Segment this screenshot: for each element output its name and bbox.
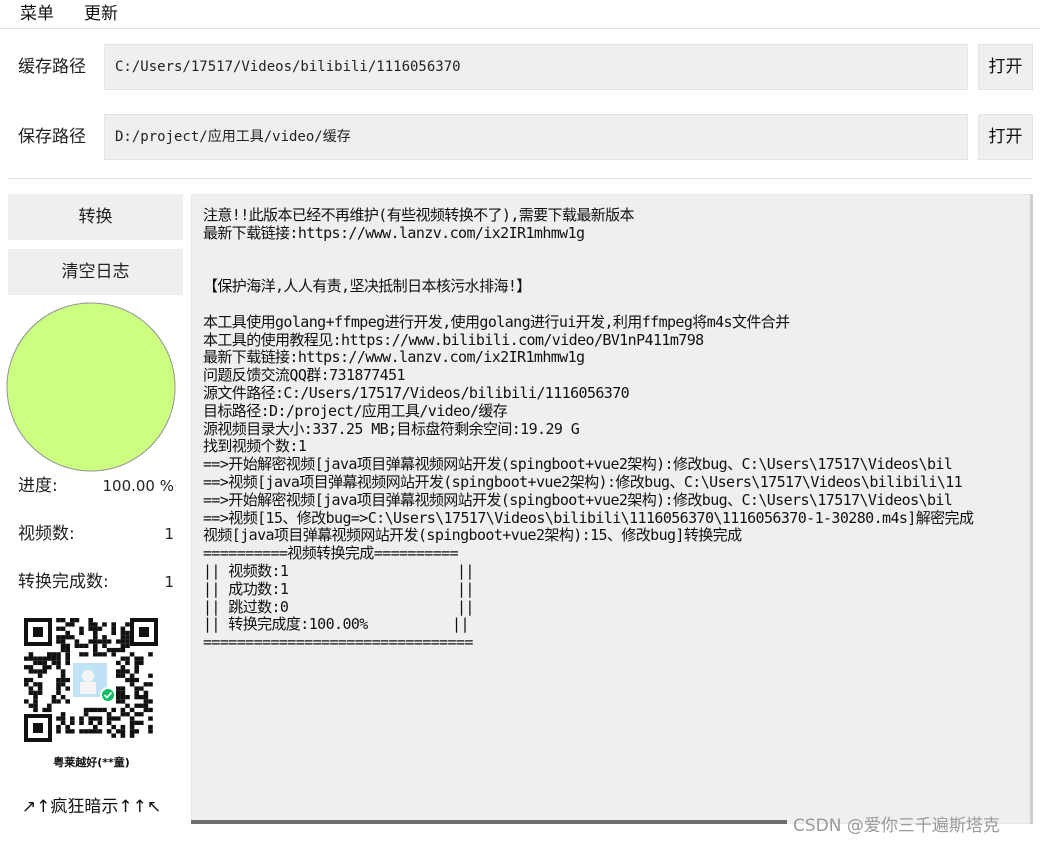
log-textarea[interactable]: 注意!!此版本已经不再维护(有些视频转换不了),需要下载最新版本 最新下载链接:h… <box>191 194 1033 824</box>
done-count-value: 1 <box>164 573 174 591</box>
log-line: ================================ <box>203 633 473 652</box>
log-line: ==========视频转换完成========== <box>203 544 459 563</box>
wechat-check-icon <box>100 687 116 703</box>
log-line: 最新下载链接:https://www.lanzv.com/ix2IR1mhmw1… <box>203 223 585 242</box>
log-line: || 成功数:1 || <box>203 579 474 598</box>
log-line: || 视频数:1 || <box>203 561 474 580</box>
log-line: 【保护海洋,人人有责,坚决抵制日本核污水排海!】 <box>203 277 531 296</box>
convert-button[interactable]: 转换 <box>8 194 183 240</box>
open-save-path-button[interactable]: 打开 <box>978 114 1033 160</box>
menu-divider <box>0 28 1040 29</box>
video-count-label: 视频数: <box>18 524 75 544</box>
log-line: ==>开始解密视频[java项目弹幕视频网站开发(spingboot+vue2架… <box>203 455 953 474</box>
log-line: 源文件路径:C:/Users/17517/Videos/bilibili/111… <box>203 383 630 402</box>
log-line: 本工具的使用教程见:https://www.bilibili.com/video… <box>203 330 704 349</box>
cache-path-label: 缓存路径 <box>18 57 86 77</box>
log-line: 视频[java项目弹幕视频网站开发(spingboot+vue2架构):15、修… <box>203 526 742 545</box>
log-line <box>203 243 973 261</box>
log-line: 本工具使用golang+ffmpeg进行开发,使用golang进行ui开发,利用… <box>203 312 790 331</box>
log-line: 目标路径:D:/project/应用工具/video/缓存 <box>203 401 508 420</box>
section-divider <box>8 178 1032 179</box>
log-line: || 转换完成度:100.00% || <box>203 615 470 634</box>
cache-path-input[interactable]: C:/Users/17517/Videos/bilibili/111605637… <box>104 44 968 90</box>
log-line: 源视频目录大小:337.25 MB;目标盘符剩余空间:19.29 G <box>203 419 580 438</box>
done-count-label: 转换完成数: <box>18 572 109 592</box>
clear-log-button[interactable]: 清空日志 <box>8 249 183 295</box>
open-cache-path-button[interactable]: 打开 <box>978 44 1033 90</box>
qr-code <box>22 616 160 744</box>
log-lines: 注意!!此版本已经不再维护(有些视频转换不了),需要下载最新版本 最新下载链接:h… <box>203 206 974 652</box>
log-vertical-scrollbar[interactable] <box>1030 194 1033 824</box>
log-line <box>203 260 973 278</box>
log-line: 最新下载链接:https://www.lanzv.com/ix2IR1mhmw1… <box>203 348 585 367</box>
progress-label: 进度: <box>18 476 58 496</box>
watermark: CSDN @爱你三千遍斯塔克 <box>793 816 1000 836</box>
log-line <box>203 296 973 314</box>
video-count-value: 1 <box>164 525 174 543</box>
log-line: 问题反馈交流QQ群:731877451 <box>203 366 406 385</box>
progress-circle-fill <box>6 302 176 472</box>
qr-hint: ↗↑疯狂暗示↑↑↖ <box>21 797 162 817</box>
save-path-label: 保存路径 <box>18 127 86 147</box>
log-line: ==>开始解密视频[java项目弹幕视频网站开发(spingboot+vue2架… <box>203 490 953 509</box>
save-path-input[interactable]: D:/project/应用工具/video/缓存 <box>104 114 968 160</box>
progress-value: 100.00 % <box>102 477 174 495</box>
progress-circle <box>6 302 176 472</box>
log-line: || 跳过数:0 || <box>203 597 474 616</box>
log-line: 找到视频个数:1 <box>203 437 307 456</box>
menu-item-menu[interactable]: 菜单 <box>20 2 54 26</box>
log-horizontal-scrollbar[interactable] <box>191 820 787 824</box>
log-line: ==>视频[15、修改bug=>C:\Users\17517\Videos\bi… <box>203 508 974 527</box>
log-line: ==>视频[java项目弹幕视频网站开发(spingboot+vue2架构):修… <box>203 472 963 491</box>
qr-caption: 粤莱越好(**童) <box>53 756 130 769</box>
menu-bar: 菜单 更新 <box>0 0 1040 28</box>
log-line: 注意!!此版本已经不再维护(有些视频转换不了),需要下载最新版本 <box>203 206 635 224</box>
menu-item-update[interactable]: 更新 <box>84 2 118 26</box>
